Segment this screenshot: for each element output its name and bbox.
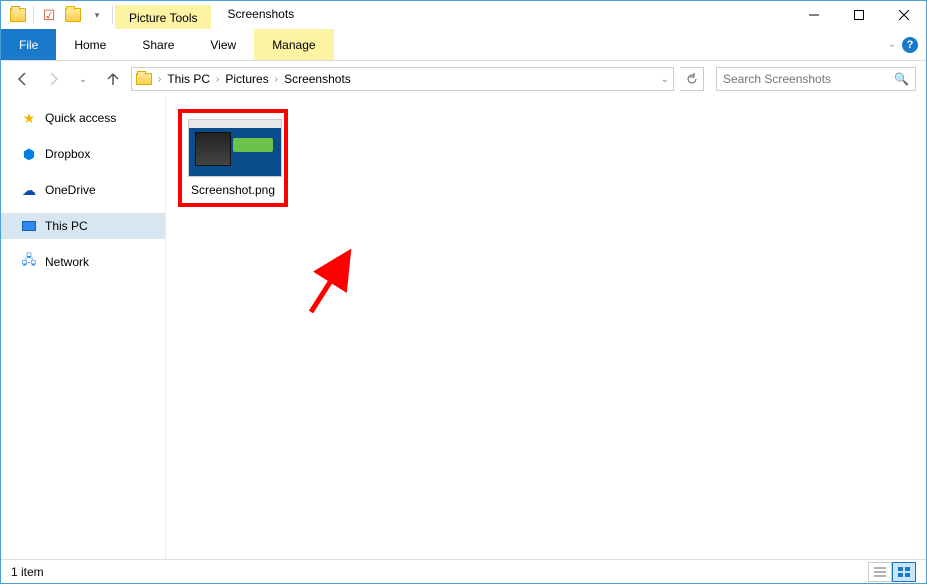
breadcrumb-item[interactable]: Pictures	[221, 72, 272, 86]
context-tab-label: Picture Tools	[115, 5, 211, 29]
properties-check-icon[interactable]: ☑	[38, 4, 60, 26]
search-icon[interactable]: 🔍	[894, 72, 909, 86]
breadcrumb-item[interactable]: This PC	[163, 72, 214, 86]
nav-label: This PC	[45, 219, 88, 233]
dropbox-icon: ⬢	[21, 146, 37, 162]
tab-home[interactable]: Home	[56, 29, 124, 60]
breadcrumb-item[interactable]: Screenshots	[280, 72, 355, 86]
address-bar: ⌄ › This PC › Pictures › Screenshots ⌄ 🔍	[1, 61, 926, 97]
ribbon: File Home Share View Manage ⌄ ?	[1, 29, 926, 61]
network-icon: 🖧	[21, 254, 37, 270]
chevron-right-icon[interactable]: ›	[275, 74, 278, 85]
ribbon-collapse-icon[interactable]: ⌄	[888, 39, 896, 50]
tab-view[interactable]: View	[192, 29, 254, 60]
minimize-button[interactable]	[791, 1, 836, 29]
breadcrumb-dropdown-icon[interactable]: ⌄	[661, 74, 669, 85]
forward-button[interactable]	[41, 67, 65, 91]
file-tab[interactable]: File	[1, 29, 56, 60]
title-bar: ☑ ▾ Picture Tools Screenshots	[1, 1, 926, 29]
file-name[interactable]: Screenshot.png	[188, 183, 278, 197]
up-button[interactable]	[101, 67, 125, 91]
nav-label: OneDrive	[45, 183, 96, 197]
nav-label: Quick access	[45, 111, 116, 125]
nav-network[interactable]: 🖧 Network	[1, 249, 165, 275]
refresh-button[interactable]	[680, 67, 704, 91]
chevron-right-icon[interactable]: ›	[216, 74, 219, 85]
details-view-button[interactable]	[868, 562, 892, 582]
nav-quick-access[interactable]: ★ Quick access	[1, 105, 165, 131]
thumbnails-view-button[interactable]	[892, 562, 916, 582]
breadcrumb[interactable]: › This PC › Pictures › Screenshots ⌄	[131, 67, 674, 91]
file-thumbnail	[188, 119, 282, 177]
annotation-arrow-icon	[306, 247, 356, 317]
cloud-icon: ☁	[21, 182, 37, 198]
nav-dropbox[interactable]: ⬢ Dropbox	[1, 141, 165, 167]
help-icon[interactable]: ?	[902, 37, 918, 53]
maximize-button[interactable]	[836, 1, 881, 29]
nav-label: Dropbox	[45, 147, 90, 161]
breadcrumb-folder-icon	[136, 73, 152, 85]
nav-label: Network	[45, 255, 89, 269]
status-text: 1 item	[11, 565, 44, 579]
new-folder-icon[interactable]	[62, 4, 84, 26]
qat-dropdown-icon[interactable]: ▾	[86, 4, 108, 26]
back-button[interactable]	[11, 67, 35, 91]
chevron-right-icon[interactable]: ›	[158, 74, 161, 85]
close-button[interactable]	[881, 1, 926, 29]
main-area: ★ Quick access ⬢ Dropbox ☁ OneDrive This…	[1, 97, 926, 559]
navigation-pane: ★ Quick access ⬢ Dropbox ☁ OneDrive This…	[1, 97, 166, 559]
nav-onedrive[interactable]: ☁ OneDrive	[1, 177, 165, 203]
file-item[interactable]: Screenshot.png	[178, 109, 288, 207]
folder-icon[interactable]	[7, 4, 29, 26]
quick-access-toolbar: ☑ ▾	[1, 1, 115, 29]
recent-locations-icon[interactable]: ⌄	[71, 67, 95, 91]
search-input[interactable]	[723, 72, 894, 86]
search-box[interactable]: 🔍	[716, 67, 916, 91]
window-title: Screenshots	[211, 1, 310, 27]
tab-manage[interactable]: Manage	[254, 29, 333, 60]
star-icon: ★	[21, 110, 37, 126]
nav-this-pc[interactable]: This PC	[1, 213, 165, 239]
monitor-icon	[21, 218, 37, 234]
tab-share[interactable]: Share	[124, 29, 192, 60]
status-bar: 1 item	[1, 559, 926, 583]
content-pane[interactable]: Screenshot.png	[166, 97, 926, 559]
